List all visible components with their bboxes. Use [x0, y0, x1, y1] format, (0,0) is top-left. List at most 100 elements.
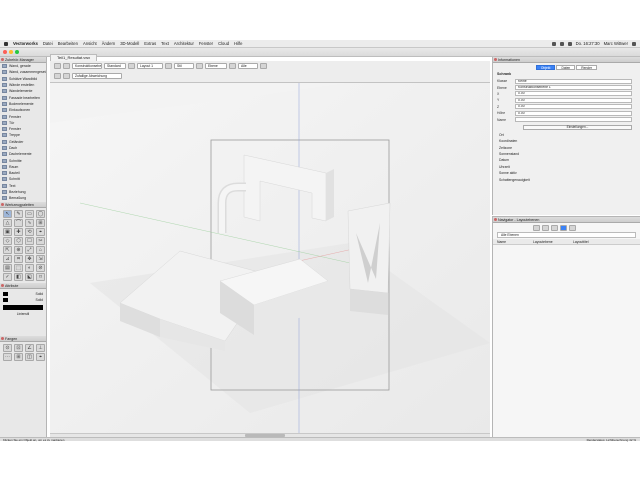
tool-button[interactable]: △ — [3, 218, 12, 227]
tool-button[interactable]: ⊞ — [36, 218, 45, 227]
minimize-icon[interactable] — [9, 50, 13, 54]
snap-button[interactable]: ◫ — [25, 352, 34, 361]
close-icon[interactable] — [3, 50, 7, 54]
scope-dropdown[interactable]: Alle — [238, 63, 258, 69]
close-icon[interactable] — [494, 58, 497, 61]
tool-button[interactable]: ▭ — [25, 209, 34, 218]
field-value[interactable]: 0.00 — [515, 110, 632, 116]
field-value[interactable]: 0.00 — [515, 91, 632, 97]
menu-text[interactable]: Text — [161, 41, 169, 46]
tool-button[interactable]: ⇱ — [3, 245, 12, 254]
menu-architektur[interactable]: Architektur — [174, 41, 194, 46]
tool-button[interactable]: ⤢ — [25, 245, 34, 254]
tool-button[interactable]: ↖ — [3, 209, 12, 218]
class-dropdown[interactable]: Standard — [104, 63, 126, 69]
render-button[interactable] — [165, 63, 172, 69]
info-palette-header[interactable]: Informationen — [493, 57, 640, 63]
settings-button[interactable]: Einstellungen... — [523, 124, 632, 130]
nav-layouts-button[interactable] — [560, 225, 567, 231]
options-button[interactable] — [260, 63, 267, 69]
close-icon[interactable] — [494, 218, 497, 221]
column-object[interactable] — [347, 202, 391, 315]
tool-button[interactable]: ∿ — [25, 218, 34, 227]
tool-button[interactable]: ▣ — [3, 227, 12, 236]
layer-mode-button[interactable] — [63, 63, 70, 69]
col-name[interactable]: Name — [493, 240, 533, 244]
tool-button[interactable]: ✥ — [25, 254, 34, 263]
style-dropdown[interactable]: Stil — [174, 63, 194, 69]
tab-document[interactable]: Teil1_Resultat.vwx — [50, 54, 98, 61]
tool-button[interactable]: ◯ — [36, 209, 45, 218]
tab-objekt[interactable]: Objekt — [535, 65, 556, 70]
layer-dropdown[interactable]: Konstruktionsebene — [72, 63, 102, 69]
tool-button[interactable]: ◇ — [3, 236, 12, 245]
tool-button[interactable]: ✂ — [36, 236, 45, 245]
snap-button[interactable]: ⌖ — [36, 352, 45, 361]
snapping-header[interactable]: Fangen — [0, 335, 46, 342]
tool-button[interactable]: ✚ — [14, 227, 23, 236]
tool-button[interactable]: ☐ — [25, 236, 34, 245]
col-layoutebene[interactable]: Layoutebene — [533, 240, 573, 244]
fill-swatch[interactable] — [3, 291, 8, 296]
level-dropdown[interactable]: Ebene — [205, 63, 227, 69]
snap-button[interactable]: ⊡ — [14, 343, 23, 352]
app-menu[interactable]: Vectorworks — [13, 41, 38, 46]
nav-edit-button[interactable] — [542, 225, 549, 231]
snap-button[interactable]: ⋯ — [3, 352, 12, 361]
snap-button[interactable]: ⊥ — [36, 343, 45, 352]
drawing-canvas[interactable] — [50, 83, 490, 433]
tool-button[interactable]: ⊘ — [36, 263, 45, 272]
close-icon[interactable] — [1, 336, 4, 340]
tool-button[interactable]: ⬚ — [14, 263, 23, 272]
tool-mode-1-button[interactable] — [54, 73, 61, 79]
tool-button[interactable]: ⊕ — [14, 245, 23, 254]
tab-daten[interactable]: Daten — [556, 65, 576, 70]
tool-button[interactable]: ⇲ — [36, 254, 45, 263]
menu-list-icon[interactable] — [632, 41, 636, 46]
tool-button[interactable]: ⌗ — [14, 254, 23, 263]
pen-swatch[interactable] — [3, 297, 8, 302]
tool-button[interactable]: ⟲ — [25, 227, 34, 236]
tool-button[interactable]: ⌒ — [14, 218, 23, 227]
field-value[interactable]: Keine — [515, 78, 632, 84]
tool-mode-2-button[interactable] — [63, 73, 70, 79]
nav-delete-button[interactable] — [551, 225, 558, 231]
apple-icon[interactable] — [4, 41, 8, 46]
attributes-header[interactable]: Attribute — [0, 282, 46, 289]
tool-button[interactable]: ⌖ — [36, 227, 45, 236]
tool-button[interactable]: ⌂ — [36, 245, 45, 254]
col-layouttitel[interactable]: Layouttitel — [573, 240, 613, 244]
snap-button[interactable]: ⊞ — [14, 352, 23, 361]
tool-button[interactable]: ⬡ — [14, 236, 23, 245]
tab-render[interactable]: Render — [576, 65, 598, 70]
menu-ansicht[interactable]: Ansicht — [83, 41, 97, 46]
close-icon[interactable] — [1, 283, 4, 287]
tool-button[interactable]: ▤ — [3, 263, 12, 272]
snap-button[interactable]: ⊙ — [3, 343, 12, 352]
tool-button[interactable]: ✓ — [3, 272, 12, 281]
view-button[interactable] — [128, 63, 135, 69]
clock[interactable]: Do. 16:27:30 — [576, 41, 600, 46]
menu-fenster[interactable]: Fenster — [199, 41, 213, 46]
tool-button[interactable]: ◧ — [14, 272, 23, 281]
menu-3d-modell[interactable]: 3D-Modell — [120, 41, 139, 46]
tool-button[interactable]: ⬕ — [25, 272, 34, 281]
select-mode-button[interactable] — [54, 63, 61, 69]
snap-button[interactable]: ∠ — [25, 343, 34, 352]
zoom-icon[interactable] — [15, 50, 19, 54]
user-name[interactable]: Marc Wittwer — [604, 41, 628, 46]
nav-new-button[interactable] — [533, 225, 540, 231]
tool-button[interactable]: ⌑ — [36, 272, 45, 281]
menu-datei[interactable]: Datei — [43, 41, 53, 46]
grid-button[interactable] — [229, 63, 236, 69]
pen-row[interactable]: Solid — [3, 297, 43, 303]
close-icon[interactable] — [1, 58, 4, 61]
tool-button[interactable]: ⊿ — [3, 254, 12, 263]
tool-button[interactable]: ◐ — [25, 263, 34, 272]
library-palette-header[interactable]: Zubehör-Manager — [0, 57, 46, 63]
wifi-icon[interactable] — [551, 41, 556, 46]
field-value[interactable] — [515, 117, 632, 123]
zoom-button[interactable] — [196, 63, 203, 69]
menu-aendern[interactable]: Ändern — [102, 41, 116, 46]
layout-dropdown[interactable]: Layout 1 — [137, 63, 163, 69]
